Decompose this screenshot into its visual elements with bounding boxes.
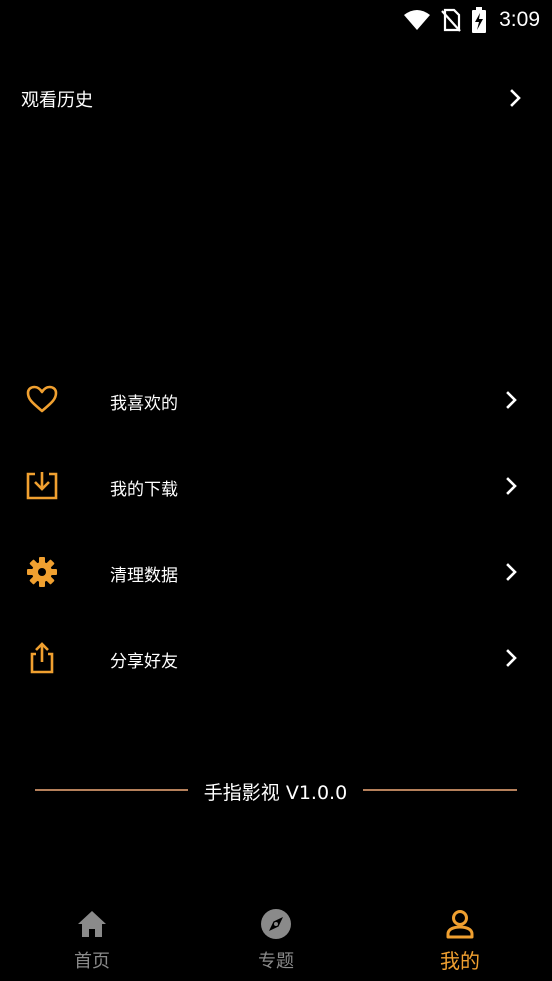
tab-topics[interactable]: 专题 — [184, 896, 368, 981]
divider-line — [35, 789, 188, 791]
tab-home-label: 首页 — [74, 951, 110, 972]
menu-item-share[interactable]: 分享好友 — [0, 628, 552, 688]
chevron-right-icon — [506, 391, 517, 409]
wifi-icon — [404, 10, 431, 30]
share-icon — [30, 642, 54, 674]
compass-icon — [261, 909, 291, 939]
battery-charging-icon — [472, 7, 487, 33]
status-time: 3:09 — [499, 8, 540, 31]
bottom-nav: 首页 专题 我的 — [0, 896, 552, 981]
tab-mine[interactable]: 我的 — [368, 896, 552, 981]
tab-topics-label: 专题 — [258, 951, 294, 972]
chevron-right-icon — [506, 649, 517, 667]
menu-label-clear-data: 清理数据 — [110, 566, 178, 586]
gear-icon — [27, 557, 57, 587]
tab-home[interactable]: 首页 — [0, 896, 184, 981]
heart-icon — [26, 385, 58, 413]
status-bar: 3:09 — [0, 0, 552, 40]
version-info: 手指影视 V1.0.0 — [0, 770, 552, 810]
watch-history-row[interactable]: 观看历史 — [0, 72, 552, 124]
menu-item-downloads[interactable]: 我的下载 — [0, 456, 552, 516]
menu-item-clear-data[interactable]: 清理数据 — [0, 542, 552, 602]
chevron-right-icon — [510, 89, 521, 107]
menu-label-downloads: 我的下载 — [110, 480, 178, 500]
watch-history-label: 观看历史 — [21, 90, 93, 111]
chevron-right-icon — [506, 563, 517, 581]
person-icon — [446, 910, 474, 939]
version-text: 手指影视 V1.0.0 — [203, 782, 348, 804]
status-icons: 3:09 — [403, 6, 540, 34]
download-icon — [26, 472, 58, 500]
menu-label-favorites: 我喜欢的 — [110, 394, 178, 414]
menu-item-favorites[interactable]: 我喜欢的 — [0, 370, 552, 430]
menu-label-share: 分享好友 — [110, 652, 178, 672]
divider-line — [363, 789, 517, 791]
no-sim-icon — [441, 8, 461, 32]
home-icon — [78, 911, 106, 937]
tab-mine-label: 我的 — [440, 949, 480, 973]
chevron-right-icon — [506, 477, 517, 495]
